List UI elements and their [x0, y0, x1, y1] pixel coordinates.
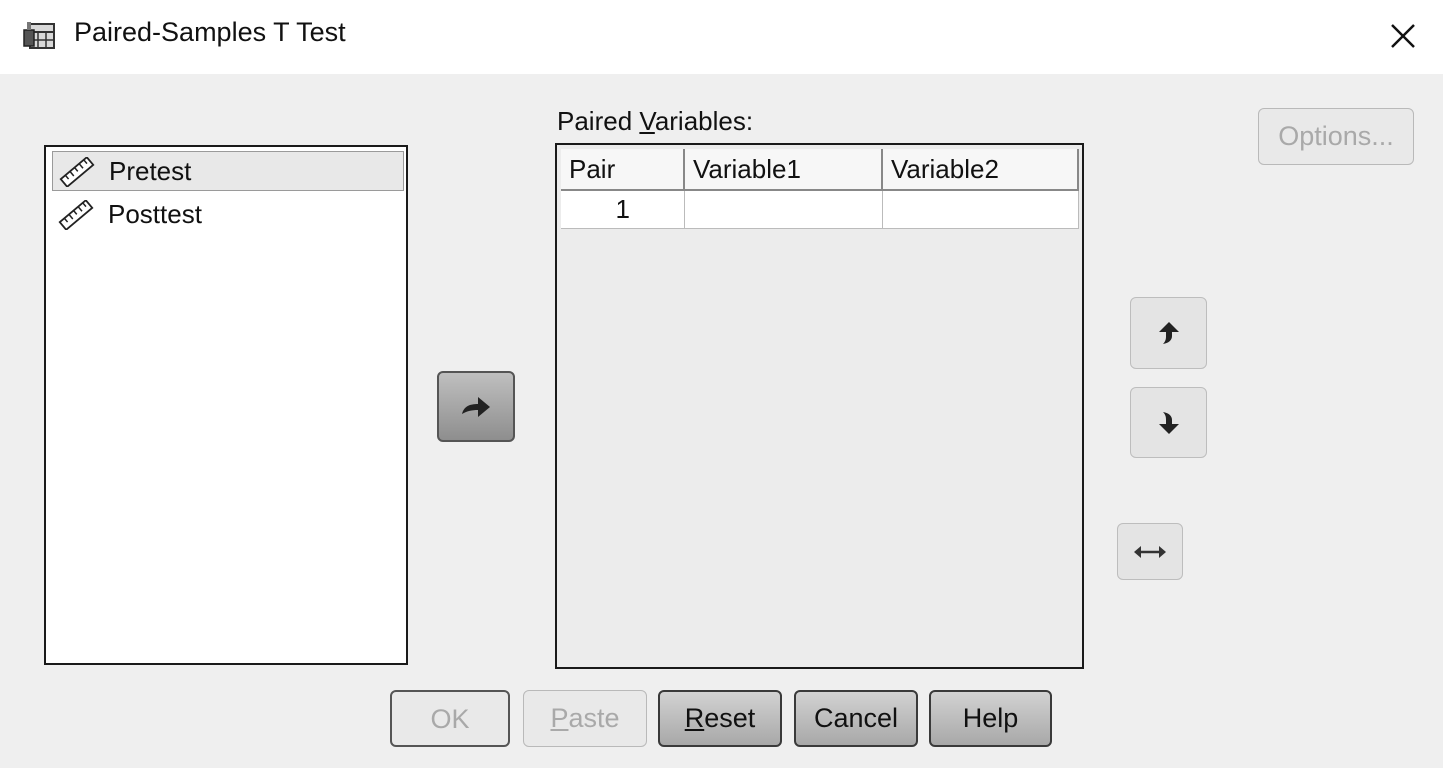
arrow-right-icon — [462, 396, 490, 417]
cancel-button[interactable]: Cancel — [794, 690, 918, 747]
column-header-pair: Pair — [561, 149, 685, 191]
column-header-variable2: Variable2 — [883, 149, 1079, 191]
options-button[interactable]: Options... — [1258, 108, 1414, 165]
scale-ruler-icon — [59, 157, 95, 187]
variable-item-posttest[interactable]: Posttest — [52, 195, 404, 235]
arrow-up-icon — [1158, 322, 1179, 344]
source-variable-list[interactable]: Pretest Posttest — [44, 145, 408, 665]
help-button[interactable]: Help — [929, 690, 1052, 747]
ok-button[interactable]: OK — [390, 690, 510, 747]
arrow-down-icon — [1158, 411, 1179, 434]
dialog-table-icon — [23, 22, 55, 49]
table-cell-variable2[interactable] — [883, 191, 1079, 229]
transfer-button[interactable] — [437, 371, 515, 442]
move-up-button[interactable] — [1130, 297, 1207, 369]
paste-button[interactable]: Paste — [523, 690, 647, 747]
reset-button[interactable]: Reset — [658, 690, 782, 747]
window-title: Paired-Samples T Test — [74, 17, 346, 47]
scale-ruler-icon — [58, 200, 94, 230]
close-icon[interactable] — [1380, 16, 1424, 56]
variable-label: Posttest — [108, 199, 202, 229]
title-bar: Paired-Samples T Test — [0, 0, 1443, 74]
paired-variables-table[interactable]: Pair Variable1 Variable2 1 — [555, 143, 1084, 669]
paired-variables-label: Paired Variables: — [557, 106, 754, 136]
table-cell-variable1[interactable] — [685, 191, 883, 229]
table-cell-pair[interactable]: 1 — [561, 191, 685, 229]
move-down-button[interactable] — [1130, 387, 1207, 458]
column-header-variable1: Variable1 — [685, 149, 883, 191]
variable-label: Pretest — [109, 156, 192, 186]
swap-button[interactable] — [1117, 523, 1183, 580]
variable-item-pretest[interactable]: Pretest — [52, 151, 404, 191]
swap-horizontal-icon — [1134, 545, 1166, 558]
